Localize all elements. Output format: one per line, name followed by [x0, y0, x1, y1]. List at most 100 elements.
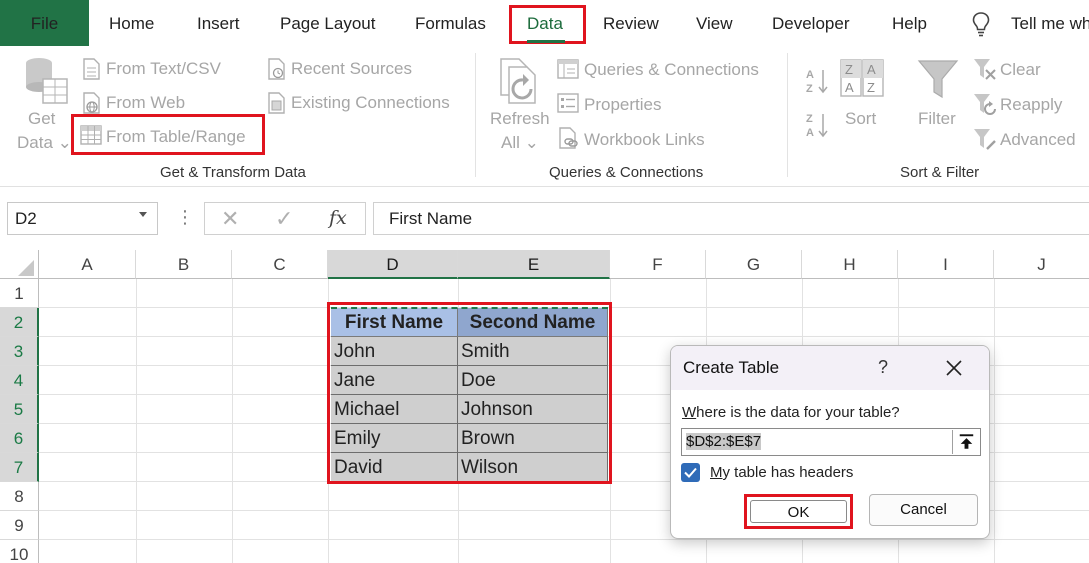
chevron-down-icon[interactable]: [139, 212, 147, 217]
reapply-button[interactable]: Reapply: [1000, 95, 1062, 115]
filter-button[interactable]: Filter: [918, 109, 956, 129]
access-key: M: [710, 464, 723, 481]
tab-page-layout[interactable]: Page Layout: [280, 0, 375, 46]
properties-button[interactable]: Properties: [584, 95, 661, 115]
svg-text:A: A: [845, 80, 854, 95]
existing-connections-button[interactable]: Existing Connections: [291, 93, 450, 113]
from-web-button[interactable]: From Web: [106, 93, 185, 113]
row-header-7[interactable]: 7: [0, 453, 39, 482]
formula-input[interactable]: First Name: [373, 202, 1089, 235]
filter-funnel-icon: [917, 60, 959, 99]
insert-function-icon[interactable]: fx: [329, 202, 347, 235]
tab-formulas[interactable]: Formulas: [415, 0, 486, 46]
cancel-button[interactable]: Cancel: [869, 494, 978, 526]
tell-me-search[interactable]: Tell me wh: [1011, 0, 1089, 46]
create-table-dialog: Create Table ? Where is the data for you…: [670, 345, 990, 539]
row-header-1[interactable]: 1: [0, 279, 39, 308]
tab-home[interactable]: Home: [109, 0, 154, 46]
recent-sources-icon: [268, 58, 285, 80]
tab-review[interactable]: Review: [603, 0, 659, 46]
active-tab-indicator: [527, 40, 565, 43]
select-all-corner[interactable]: [0, 250, 39, 279]
range-prompt-label: Where is the data for your table?: [682, 404, 900, 421]
row-header-6[interactable]: 6: [0, 424, 39, 453]
cancel-icon[interactable]: ✕: [221, 202, 239, 235]
clear-button[interactable]: Clear: [1000, 60, 1041, 80]
column-header-b[interactable]: B: [136, 250, 232, 279]
column-header-f[interactable]: F: [610, 250, 706, 279]
queries-connections-button[interactable]: Queries & Connections: [584, 60, 759, 80]
reapply-filter-icon: [974, 94, 996, 115]
svg-text:Z: Z: [806, 113, 813, 125]
row-header-3[interactable]: 3: [0, 337, 39, 366]
row-header-5[interactable]: 5: [0, 395, 39, 424]
ribbon-data: Get Data ⌄ From Text/CSV From Web From T…: [0, 47, 1089, 187]
column-header-c[interactable]: C: [232, 250, 328, 279]
recent-sources-button[interactable]: Recent Sources: [291, 59, 412, 79]
ok-button[interactable]: OK: [750, 500, 847, 523]
headers-checkbox-label[interactable]: My table has headers: [710, 464, 853, 481]
select-all-triangle-icon: [18, 260, 34, 276]
row-header-10[interactable]: 10: [0, 540, 39, 563]
tab-insert[interactable]: Insert: [197, 0, 240, 46]
ribbon-separator: [475, 53, 476, 177]
ribbon-tab-bar: File Home Insert Page Layout Formulas Da…: [0, 0, 1089, 47]
help-button[interactable]: ?: [878, 357, 888, 378]
tab-file[interactable]: File: [0, 0, 89, 46]
get-data-label-1[interactable]: Get: [28, 109, 55, 129]
range-value: $D$2:$E$7: [686, 433, 762, 450]
sort-dialog-icon: Z A A Z: [840, 59, 884, 97]
sort-button[interactable]: Sort: [845, 109, 876, 129]
existing-connections-icon: [268, 92, 285, 114]
sort-a-to-z-icon[interactable]: A Z: [805, 67, 829, 95]
enter-check-icon[interactable]: ✓: [275, 202, 293, 235]
tab-help[interactable]: Help: [892, 0, 927, 46]
lightbulb-icon[interactable]: [971, 11, 991, 37]
svg-text:A: A: [867, 62, 876, 77]
gridline: [39, 539, 1089, 540]
checkbox-text: y table has headers: [722, 464, 854, 481]
from-text-csv-button[interactable]: From Text/CSV: [106, 59, 221, 79]
dialog-title: Create Table: [683, 358, 780, 377]
svg-text:A: A: [806, 69, 814, 81]
group-label-sort-filter: Sort & Filter: [900, 164, 980, 181]
name-box[interactable]: D2: [7, 202, 158, 235]
table-range-input[interactable]: $D$2:$E$7: [681, 428, 981, 456]
collapse-dialog-icon[interactable]: [952, 430, 979, 454]
text-file-icon: [83, 58, 100, 80]
access-key: W: [682, 404, 697, 421]
refresh-all-label-1[interactable]: Refresh: [490, 109, 550, 129]
refresh-all-label-2[interactable]: All ⌄: [501, 133, 539, 153]
close-icon[interactable]: [944, 358, 964, 378]
column-header-h[interactable]: H: [802, 250, 898, 279]
sort-z-to-a-icon[interactable]: Z A: [805, 111, 829, 139]
column-header-j[interactable]: J: [994, 250, 1089, 279]
column-header-e[interactable]: E: [458, 250, 610, 279]
workbook-links-button[interactable]: Workbook Links: [584, 130, 705, 150]
row-header-2[interactable]: 2: [0, 308, 39, 337]
row-header-8[interactable]: 8: [0, 482, 39, 511]
formula-bar: D2 ⋮ ✕ ✓ fx First Name: [0, 188, 1089, 250]
ok-button-highlight: OK: [744, 494, 853, 529]
data-range-highlight: [327, 302, 612, 484]
column-header-g[interactable]: G: [706, 250, 802, 279]
clear-filter-icon: [974, 59, 996, 80]
get-data-label-2[interactable]: Data ⌄: [17, 133, 72, 153]
advanced-filter-icon: [974, 129, 996, 150]
row-header-9[interactable]: 9: [0, 511, 39, 540]
headers-checkbox[interactable]: [681, 463, 700, 482]
group-label-get-transform: Get & Transform Data: [160, 164, 306, 181]
column-header-a[interactable]: A: [39, 250, 136, 279]
advanced-button[interactable]: Advanced: [1000, 130, 1076, 150]
row-header-4[interactable]: 4: [0, 366, 39, 395]
from-table-range-button[interactable]: From Table/Range: [106, 127, 246, 147]
tab-developer[interactable]: Developer: [772, 0, 850, 46]
column-header-d[interactable]: D: [328, 250, 458, 279]
gridline: [136, 279, 137, 563]
tab-view[interactable]: View: [696, 0, 733, 46]
properties-icon: [557, 93, 579, 113]
column-header-i[interactable]: I: [898, 250, 994, 279]
group-label-queries-connections: Queries & Connections: [549, 164, 704, 181]
more-options-icon[interactable]: ⋮: [176, 207, 194, 228]
gridline: [994, 279, 995, 563]
